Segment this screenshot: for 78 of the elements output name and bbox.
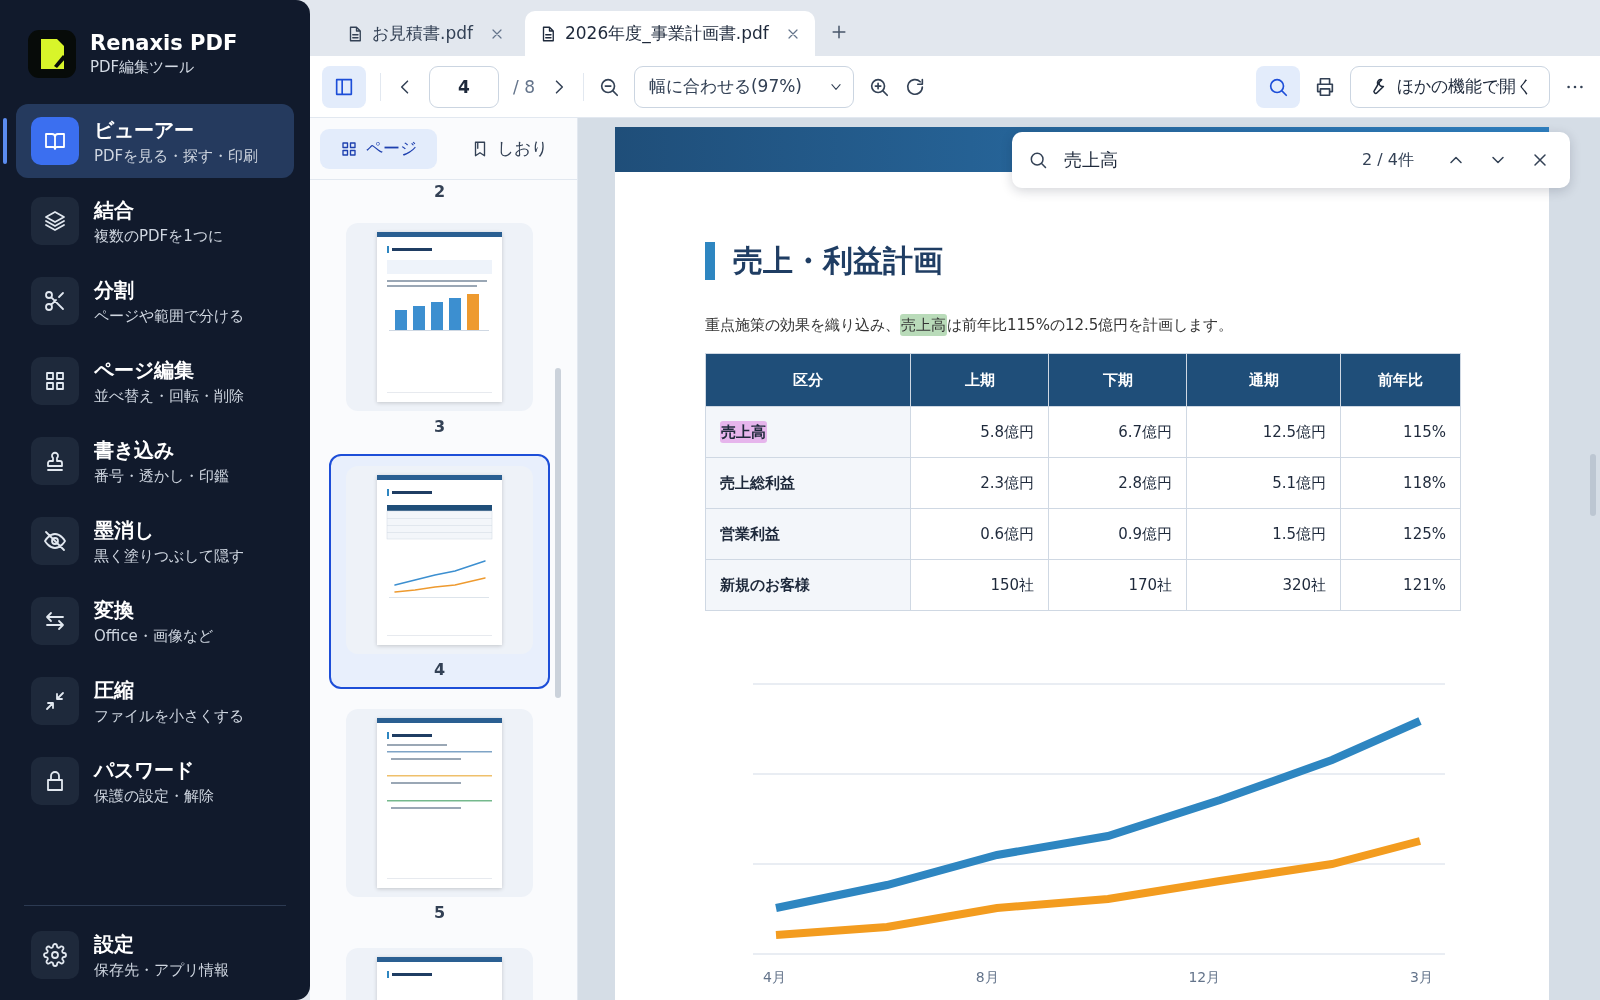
nav-title: ビューアー xyxy=(94,116,195,144)
table-cell: 0.9億円 xyxy=(1048,508,1187,560)
nav-item[interactable]: 分割 ページや範囲で分ける xyxy=(16,264,294,338)
nav-subtitle: ページや範囲で分ける xyxy=(94,306,244,326)
nav-title: 圧縮 xyxy=(94,676,135,704)
nav-title: 書き込み xyxy=(94,436,175,464)
table-cell: 売上総利益 xyxy=(705,457,911,509)
nav-item[interactable]: ページ編集 並べ替え・回転・削除 xyxy=(16,344,294,418)
table-cell: 170社 xyxy=(1048,559,1187,611)
nav-subtitle: 並べ替え・回転・削除 xyxy=(94,386,244,406)
nav-title: ページ編集 xyxy=(94,356,195,384)
axis-label: 8月 xyxy=(975,969,999,987)
thumbnail-item[interactable]: 4 xyxy=(329,454,550,689)
nav-subtitle: ファイルを小さくする xyxy=(94,706,244,726)
paragraph: 重点施策の効果を織り込み、売上高は前年比115%の12.5億円を計画します。 xyxy=(705,316,1235,335)
nav-subtitle: 保存先・アプリ情報 xyxy=(94,960,229,980)
nav-title: 分割 xyxy=(94,276,135,304)
nav-subtitle: 番号・透かし・印鑑 xyxy=(94,466,229,486)
table-cell: 新規のお客様 xyxy=(705,559,911,611)
page-number: 5 xyxy=(433,903,446,922)
axis-label: 3月 xyxy=(1410,969,1433,987)
column-header: 区分 xyxy=(705,353,911,407)
document-tab[interactable]: 2026年度_事業計画書.pdf xyxy=(525,11,815,56)
table-cell: 150社 xyxy=(910,559,1049,611)
nav-item[interactable]: 圧縮 ファイルを小さくする xyxy=(16,664,294,738)
table-cell: 115% xyxy=(1340,406,1461,458)
page-number-field[interactable]: 4 xyxy=(429,65,499,108)
page-number: 3 xyxy=(433,417,446,436)
nav-item[interactable]: 結合 複数のPDFを1つに xyxy=(16,184,294,258)
panel-tab[interactable]: ページ xyxy=(320,128,437,169)
open-with-button[interactable]: ほかの機能で開く xyxy=(1350,65,1550,108)
nav-subtitle: PDFを見る・探す・印刷 xyxy=(94,146,259,166)
nav-subtitle: Office・画像など xyxy=(94,626,213,646)
nav-item[interactable]: パスワード 保護の設定・解除 xyxy=(16,744,294,818)
match-count: 2 / 4件 xyxy=(1362,149,1414,171)
nav-item[interactable]: 変換 Office・画像など xyxy=(16,584,294,658)
nav-title: 変換 xyxy=(94,596,135,624)
settings-item[interactable]: 設定 保存先・アプリ情報 xyxy=(16,918,294,992)
table-cell: 0.6億円 xyxy=(910,508,1049,560)
column-header: 通期 xyxy=(1186,353,1341,407)
nav-title: 設定 xyxy=(94,930,135,958)
column-header: 前年比 xyxy=(1340,353,1461,407)
nav-subtitle: 保護の設定・解除 xyxy=(94,786,214,806)
nav-title: パスワード xyxy=(94,756,195,784)
section-heading: 売上・利益計画 xyxy=(705,242,1461,280)
nav-subtitle: 複数のPDFを1つに xyxy=(94,226,223,246)
nav-title: 墨消し xyxy=(94,516,155,544)
search-field[interactable]: 売上高 xyxy=(1062,148,1349,172)
app-name: Renaxis PDF xyxy=(90,31,238,55)
document-tab[interactable]: お見積書.pdf xyxy=(332,11,519,56)
table-cell: 125% xyxy=(1340,508,1461,560)
table-cell: 12.5億円 xyxy=(1186,406,1341,458)
nav-item[interactable]: 墨消し 黒く塗りつぶして隠す xyxy=(16,504,294,578)
thumbnail-item[interactable]: 2 xyxy=(329,180,550,203)
page-number: 2 xyxy=(433,182,446,201)
table-cell: 5.1億円 xyxy=(1186,457,1341,509)
zoom-dropdown[interactable]: 幅に合わせる(97%) xyxy=(633,65,854,108)
app-subtitle: PDF編集ツール xyxy=(90,58,196,77)
table-cell: 121% xyxy=(1340,559,1461,611)
table-cell: 118% xyxy=(1340,457,1461,509)
table-cell: 5.8億円 xyxy=(910,406,1049,458)
panel-tab[interactable]: しおり xyxy=(451,128,568,169)
table-cell: 320社 xyxy=(1186,559,1341,611)
axis-label: 12月 xyxy=(1188,969,1221,987)
table-cell: 営業利益 xyxy=(705,508,911,560)
table-cell: 2.3億円 xyxy=(910,457,1049,509)
nav-title: 結合 xyxy=(94,196,135,224)
nav-subtitle: 黒く塗りつぶして隠す xyxy=(94,546,244,566)
column-header: 上期 xyxy=(910,353,1049,407)
axis-label: 4月 xyxy=(763,969,786,987)
column-header: 下期 xyxy=(1048,353,1187,407)
table-cell: 1.5億円 xyxy=(1186,508,1341,560)
table-cell: 2.8億円 xyxy=(1048,457,1187,509)
page-number: 4 xyxy=(433,660,446,679)
table-cell: 6.7億円 xyxy=(1048,406,1187,458)
page-total: / 8 xyxy=(513,76,535,97)
nav-item[interactable]: 書き込み 番号・透かし・印鑑 xyxy=(16,424,294,498)
table-cell: 売上高 xyxy=(705,406,911,458)
